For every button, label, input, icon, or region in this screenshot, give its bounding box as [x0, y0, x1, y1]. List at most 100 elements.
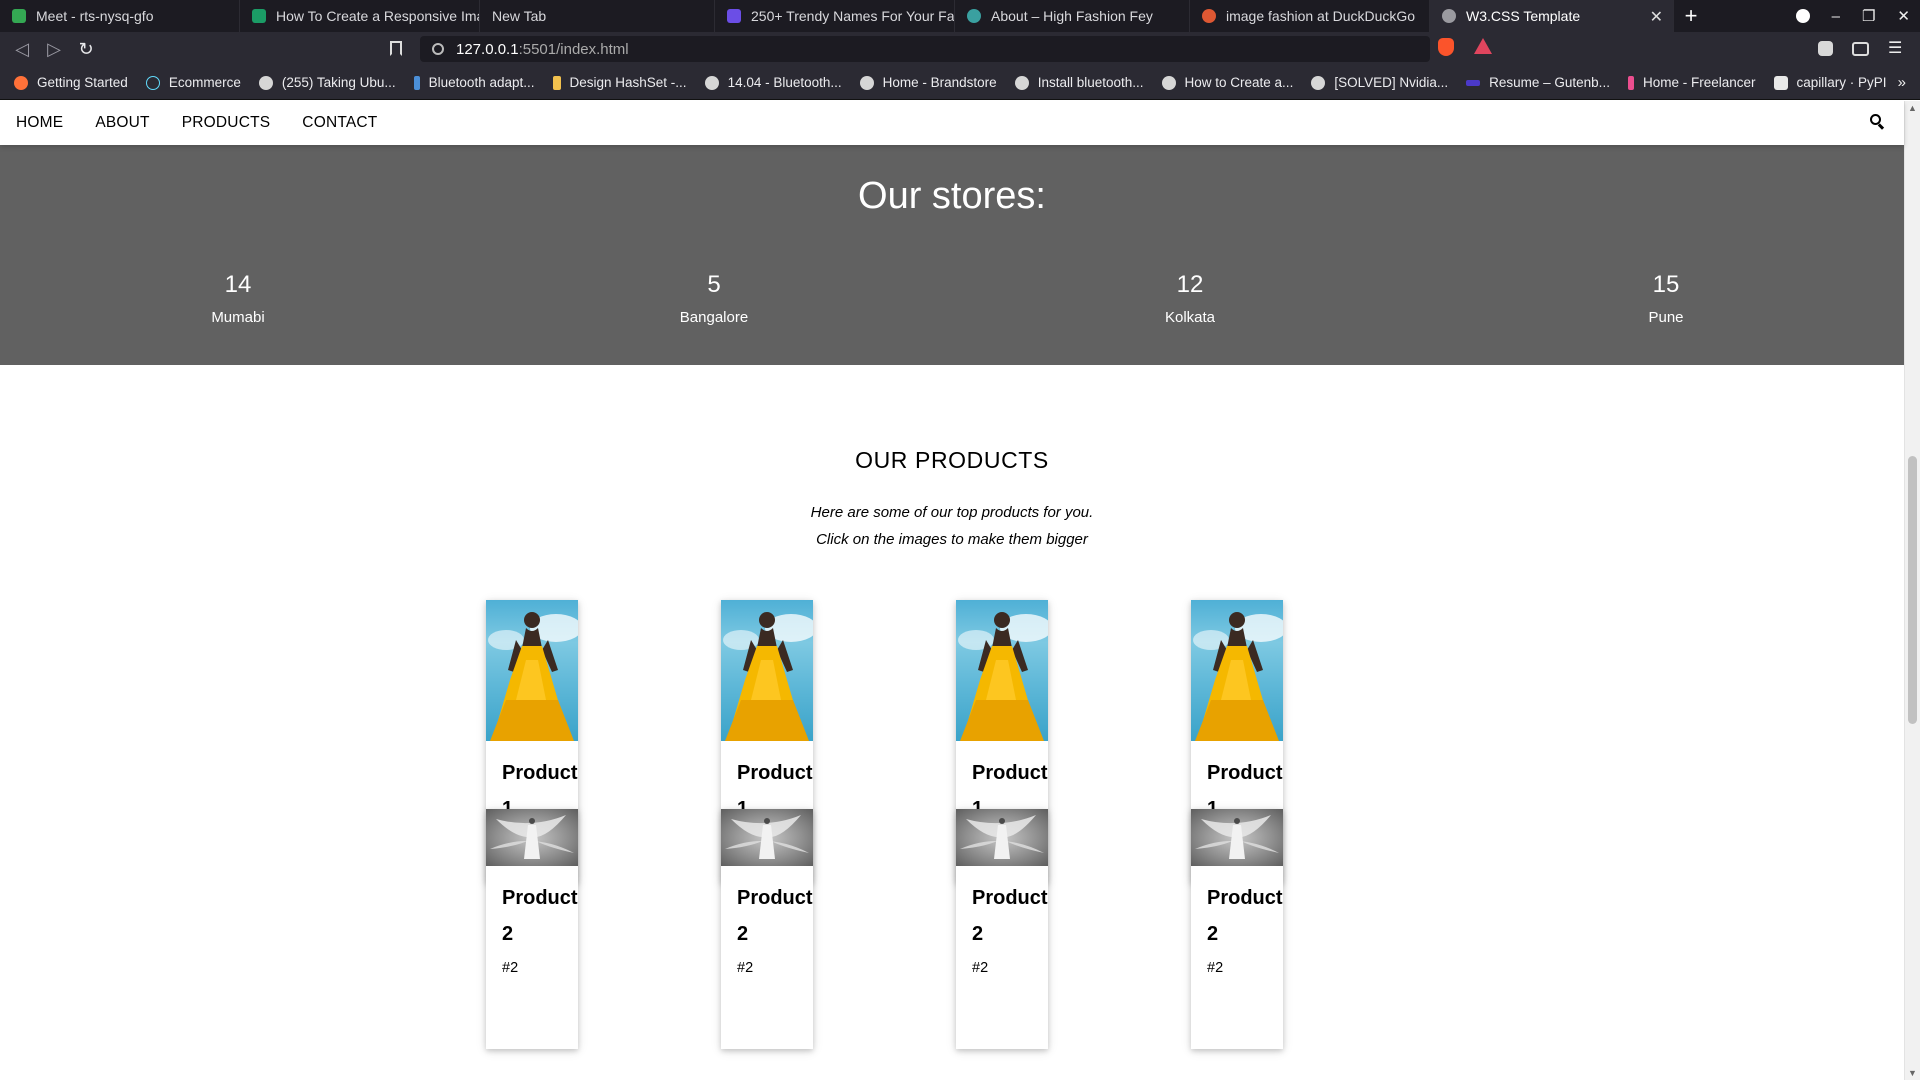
- store-stat: 15 Pune: [1566, 271, 1766, 326]
- product-name-line: Product: [502, 887, 578, 909]
- site-info-icon[interactable]: [432, 43, 444, 55]
- globe-icon: [258, 75, 273, 90]
- brave-rewards-icon[interactable]: [1474, 38, 1492, 54]
- stores-section: Our stores: 14 Mumabi 5 Bangalore 12 Kol…: [0, 145, 1904, 365]
- forward-icon[interactable]: ▷: [38, 39, 70, 60]
- product-tag: #2: [737, 960, 754, 976]
- fashion-model-white-fabric: [490, 815, 574, 859]
- brave-shield-icon[interactable]: [1438, 38, 1454, 56]
- fashion-model-yellow-dress: [723, 612, 813, 741]
- product-name-line: Product: [972, 762, 1048, 784]
- globe-icon: [1161, 75, 1176, 90]
- store-city: Mumabi: [211, 309, 265, 326]
- minimize-icon[interactable]: –: [1832, 8, 1840, 25]
- bookmark-item[interactable]: Resume – Gutenb...: [1466, 75, 1610, 90]
- product-card[interactable]: Product 2 #2: [956, 809, 1048, 1049]
- search-icon[interactable]: [1870, 114, 1885, 130]
- product-image[interactable]: [1191, 809, 1283, 866]
- products-title: OUR PRODUCTS: [855, 447, 1049, 473]
- product-name-line: 2: [502, 923, 514, 945]
- freelancer-icon: [1627, 75, 1634, 90]
- tab-about-fashion[interactable]: About – High Fashion Fey: [955, 0, 1190, 32]
- bookmark-item[interactable]: Install bluetooth...: [1014, 75, 1144, 90]
- menu-icon[interactable]: ☰: [1888, 38, 1902, 58]
- bookmark-item[interactable]: Getting Started: [14, 75, 128, 90]
- tab-list-icon[interactable]: [1795, 9, 1810, 23]
- fashion-model-yellow-dress: [1193, 612, 1283, 741]
- globe-icon: [859, 75, 874, 90]
- bookmark-item[interactable]: Design HashSet -...: [552, 75, 687, 90]
- close-window-icon[interactable]: ✕: [1897, 7, 1910, 25]
- nav-about[interactable]: ABOUT: [79, 114, 165, 132]
- globe-icon: [1014, 75, 1029, 90]
- nav-contact[interactable]: CONTACT: [286, 114, 393, 132]
- product-name-line: 2: [972, 923, 984, 945]
- globe-icon: [1311, 75, 1326, 90]
- product-name-line: 2: [737, 923, 749, 945]
- bookmark-icon[interactable]: [390, 41, 402, 56]
- page-viewport: HOME ABOUT PRODUCTS CONTACT Our stores: …: [0, 101, 1920, 1080]
- product-image[interactable]: [721, 600, 813, 741]
- bookmark-item[interactable]: [SOLVED] Nvidia...: [1311, 75, 1448, 90]
- address-bar: ◁ ▷ ↻ 127.0.0.1:5501/index.html ☰: [0, 32, 1920, 66]
- gutenberg-icon: [1466, 79, 1481, 86]
- bookmark-item[interactable]: Home - Freelancer: [1627, 75, 1756, 90]
- store-count: 12: [1176, 271, 1204, 298]
- fashion-model-white-fabric: [1195, 815, 1279, 859]
- bookmark-item[interactable]: (255) Taking Ubu...: [258, 75, 396, 90]
- product-tag: #2: [502, 960, 519, 976]
- close-tab-icon[interactable]: ✕: [1650, 7, 1663, 27]
- product-tag: #2: [1207, 960, 1224, 976]
- reload-icon[interactable]: ↻: [70, 39, 102, 60]
- back-icon[interactable]: ◁: [6, 39, 38, 60]
- bookmark-item[interactable]: 14.04 - Bluetooth...: [704, 75, 842, 90]
- new-tab-button[interactable]: +: [1674, 0, 1708, 32]
- product-name: Product 2: [956, 866, 1048, 952]
- product-image[interactable]: [486, 809, 578, 866]
- product-image[interactable]: [721, 809, 813, 866]
- product-image[interactable]: [956, 600, 1048, 741]
- product-card[interactable]: Product 2 #2: [1191, 809, 1283, 1049]
- tab-w3css-template[interactable]: W3.CSS Template ✕: [1430, 0, 1674, 32]
- geeks-icon: [552, 75, 561, 90]
- scrollbar-thumb[interactable]: [1908, 456, 1917, 724]
- product-name-line: Product: [972, 887, 1048, 909]
- url-field[interactable]: 127.0.0.1:5501/index.html: [420, 36, 1430, 62]
- product-name-line: Product: [1207, 762, 1283, 784]
- tab-duckduckgo[interactable]: image fashion at DuckDuckGo: [1190, 0, 1430, 32]
- store-stat: 5 Bangalore: [614, 271, 814, 326]
- tab-meet[interactable]: Meet - rts-nysq-gfo: [0, 0, 240, 32]
- maximize-icon[interactable]: ❐: [1862, 7, 1875, 25]
- scroll-up-icon[interactable]: ▲: [1908, 103, 1917, 113]
- globe-icon: [1442, 9, 1456, 23]
- store-count: 15: [1652, 271, 1680, 298]
- product-image[interactable]: [1191, 600, 1283, 741]
- wallet-icon[interactable]: [1852, 42, 1869, 56]
- store-stat: 14 Mumabi: [138, 271, 338, 326]
- product-image[interactable]: [486, 600, 578, 741]
- fashion-model-white-fabric: [960, 815, 1044, 859]
- tab-trendy-names[interactable]: 250+ Trendy Names For Your Fash: [715, 0, 955, 32]
- store-city: Bangalore: [679, 309, 749, 326]
- bookmarks-overflow-icon[interactable]: »: [1898, 74, 1906, 91]
- globe-icon: [704, 75, 719, 90]
- products-subtitle-line: Here are some of our top products for yo…: [810, 504, 1094, 521]
- bookmark-item[interactable]: Ecommerce: [145, 75, 241, 90]
- product-card[interactable]: Product 2 #2: [721, 809, 813, 1049]
- pypi-icon: [1773, 75, 1788, 90]
- scrollbar[interactable]: ▲ ▼: [1904, 101, 1920, 1080]
- site-icon: [727, 9, 741, 23]
- bookmark-item[interactable]: capillary · PyPI: [1773, 75, 1887, 90]
- firefox-icon: [14, 75, 28, 90]
- tab-responsive-image[interactable]: How To Create a Responsive Imag: [240, 0, 480, 32]
- tab-new-tab[interactable]: New Tab: [480, 0, 715, 32]
- nav-products[interactable]: PRODUCTS: [166, 114, 287, 132]
- bookmark-item[interactable]: Bluetooth adapt...: [413, 75, 535, 90]
- scroll-down-icon[interactable]: ▼: [1908, 1068, 1917, 1078]
- product-image[interactable]: [956, 809, 1048, 866]
- nav-home[interactable]: HOME: [0, 114, 79, 132]
- bookmark-item[interactable]: How to Create a...: [1161, 75, 1293, 90]
- bookmark-item[interactable]: Home - Brandstore: [859, 75, 997, 90]
- product-card[interactable]: Product 2 #2: [486, 809, 578, 1049]
- extensions-icon[interactable]: [1818, 41, 1833, 56]
